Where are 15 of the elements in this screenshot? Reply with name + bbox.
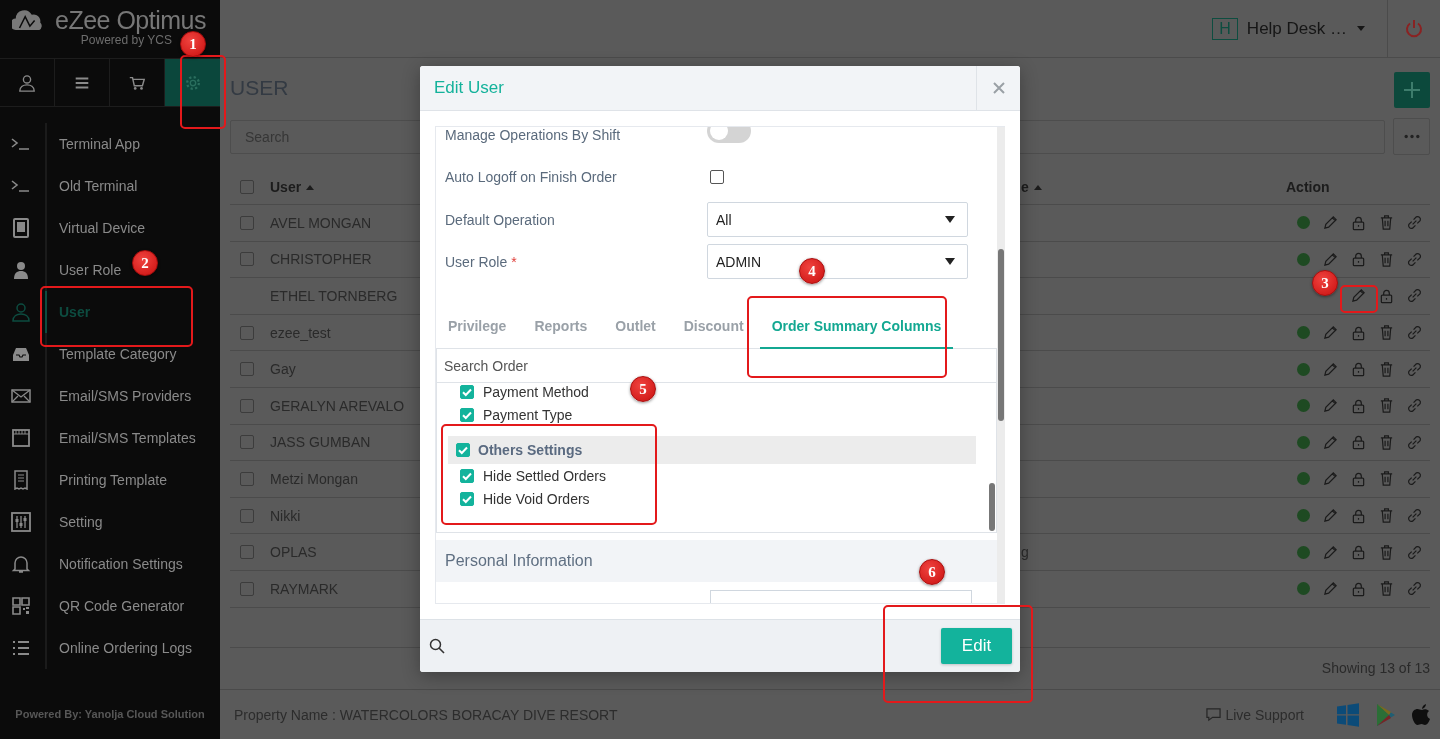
group-label: Others Settings	[478, 442, 583, 458]
option-label: Hide Void Orders	[483, 490, 590, 507]
option-label: Payment Type	[483, 406, 573, 423]
option-label: Hide Settled Orders	[483, 467, 606, 484]
powered-by-text: Powered By: Yanolja Cloud Solution	[14, 707, 206, 722]
option-label: Payment Method	[483, 383, 589, 400]
field-label: Auto Logoff on Finish Order	[445, 169, 618, 185]
brand-tagline: Powered by YCS	[80, 33, 172, 47]
field-label: User Role *	[445, 253, 518, 270]
column-header: Action	[1286, 179, 1330, 195]
dialog-title: Edit User	[433, 77, 505, 99]
account-badge: H	[1212, 17, 1238, 40]
field-label: Manage Operations By Shift	[445, 127, 622, 143]
step-badge: 3	[1312, 270, 1338, 296]
field-label: Default Operation	[445, 211, 556, 228]
